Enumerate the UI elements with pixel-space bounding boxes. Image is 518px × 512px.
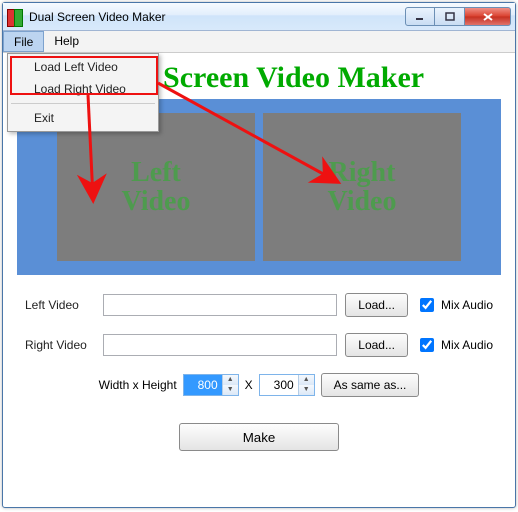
width-up-icon[interactable]: ▲ [223,375,238,385]
right-slot-line1: Right [329,158,396,187]
load-right-button[interactable]: Load... [345,333,408,357]
width-down-icon[interactable]: ▼ [223,385,238,395]
height-spinner[interactable]: ▲ ▼ [259,374,315,396]
mix-audio-left[interactable]: Mix Audio [416,295,493,315]
maximize-icon [445,12,455,22]
menu-load-left-video[interactable]: Load Left Video [10,56,156,78]
file-dropdown: Load Left Video Load Right Video Exit [7,53,159,132]
width-input[interactable] [184,375,222,395]
minimize-button[interactable] [405,7,435,26]
left-video-slot[interactable]: Left Video [57,113,255,261]
menu-file[interactable]: File [3,31,44,52]
close-button[interactable] [465,7,511,26]
width-spin-buttons[interactable]: ▲ ▼ [222,375,238,395]
app-window: Dual Screen Video Maker File Help Load L… [2,2,516,508]
window-title: Dual Screen Video Maker [29,10,166,24]
menu-help[interactable]: Help [44,31,89,52]
left-video-row: Left Video Load... Mix Audio [25,293,493,317]
right-video-input[interactable] [103,334,337,356]
left-video-input[interactable] [103,294,337,316]
window-controls [405,7,511,26]
menu-load-right-video[interactable]: Load Right Video [10,78,156,100]
left-video-label: Left Video [25,298,95,312]
load-left-button[interactable]: Load... [345,293,408,317]
right-video-slot[interactable]: Right Video [263,113,461,261]
form: Left Video Load... Mix Audio Right Video… [3,275,515,451]
titlebar: Dual Screen Video Maker [3,3,515,31]
right-video-label: Right Video [25,338,95,352]
width-spinner[interactable]: ▲ ▼ [183,374,239,396]
maximize-button[interactable] [435,7,465,26]
right-slot-line2: Video [328,187,397,216]
make-button[interactable]: Make [179,423,339,451]
minimize-icon [415,12,425,22]
close-icon [482,12,494,22]
as-same-as-button[interactable]: As same as... [321,373,420,397]
mix-audio-left-checkbox[interactable] [420,298,434,312]
height-input[interactable] [260,375,298,395]
dimensions-label: Width x Height [99,378,177,392]
menu-separator [11,103,155,104]
mix-audio-right-checkbox[interactable] [420,338,434,352]
mix-audio-right-label: Mix Audio [441,338,493,352]
make-row: Make [25,423,493,451]
height-spin-buttons[interactable]: ▲ ▼ [298,375,314,395]
left-slot-line1: Left [131,158,181,187]
mix-audio-right[interactable]: Mix Audio [416,335,493,355]
app-icon [7,9,23,25]
right-video-row: Right Video Load... Mix Audio [25,333,493,357]
height-down-icon[interactable]: ▼ [299,385,314,395]
dimensions-row: Width x Height ▲ ▼ X ▲ ▼ As same a [25,373,493,397]
left-slot-line2: Video [122,187,191,216]
menu-exit[interactable]: Exit [10,107,156,129]
height-up-icon[interactable]: ▲ [299,375,314,385]
times-label: X [245,378,253,392]
mix-audio-left-label: Mix Audio [441,298,493,312]
menubar: File Help [3,31,515,53]
